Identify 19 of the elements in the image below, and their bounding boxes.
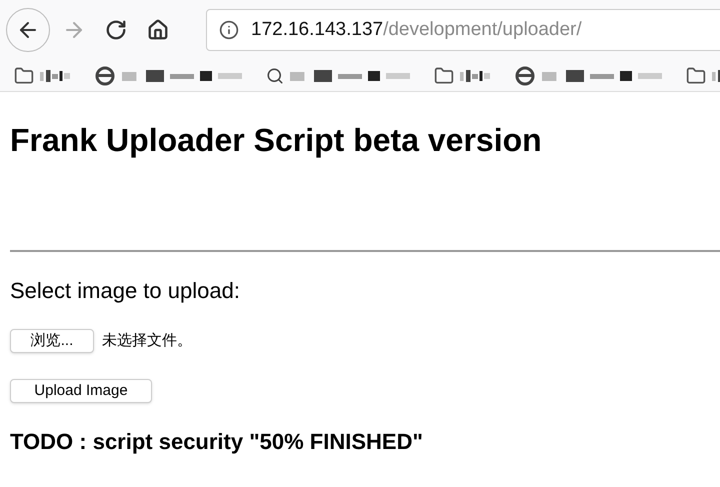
- folder-icon: [434, 66, 454, 86]
- blurred-label-drawing: [460, 68, 490, 82]
- url-path: /development/uploader/: [383, 18, 582, 40]
- back-button[interactable]: [6, 8, 50, 52]
- info-icon: [219, 20, 239, 40]
- folder-icon: [14, 66, 34, 86]
- home-icon: [147, 19, 169, 41]
- address-bar[interactable]: 172.16.143.137/development/uploader/: [206, 9, 720, 51]
- page-heading: Frank Uploader Script beta version: [10, 121, 543, 160]
- folder-icon: [686, 66, 706, 86]
- upload-button[interactable]: Upload Image: [10, 379, 152, 403]
- reload-icon: [105, 19, 127, 41]
- file-status: 未选择文件。: [102, 330, 192, 351]
- blurred-label-drawing: [40, 68, 70, 82]
- url-host: 172.16.143.137: [251, 18, 384, 40]
- search-icon: [266, 66, 284, 84]
- todo-note: TODO : script security "50% FINISHED": [10, 428, 424, 456]
- upload-prompt: Select image to upload:: [10, 277, 241, 305]
- browse-button[interactable]: 浏览...: [10, 329, 94, 353]
